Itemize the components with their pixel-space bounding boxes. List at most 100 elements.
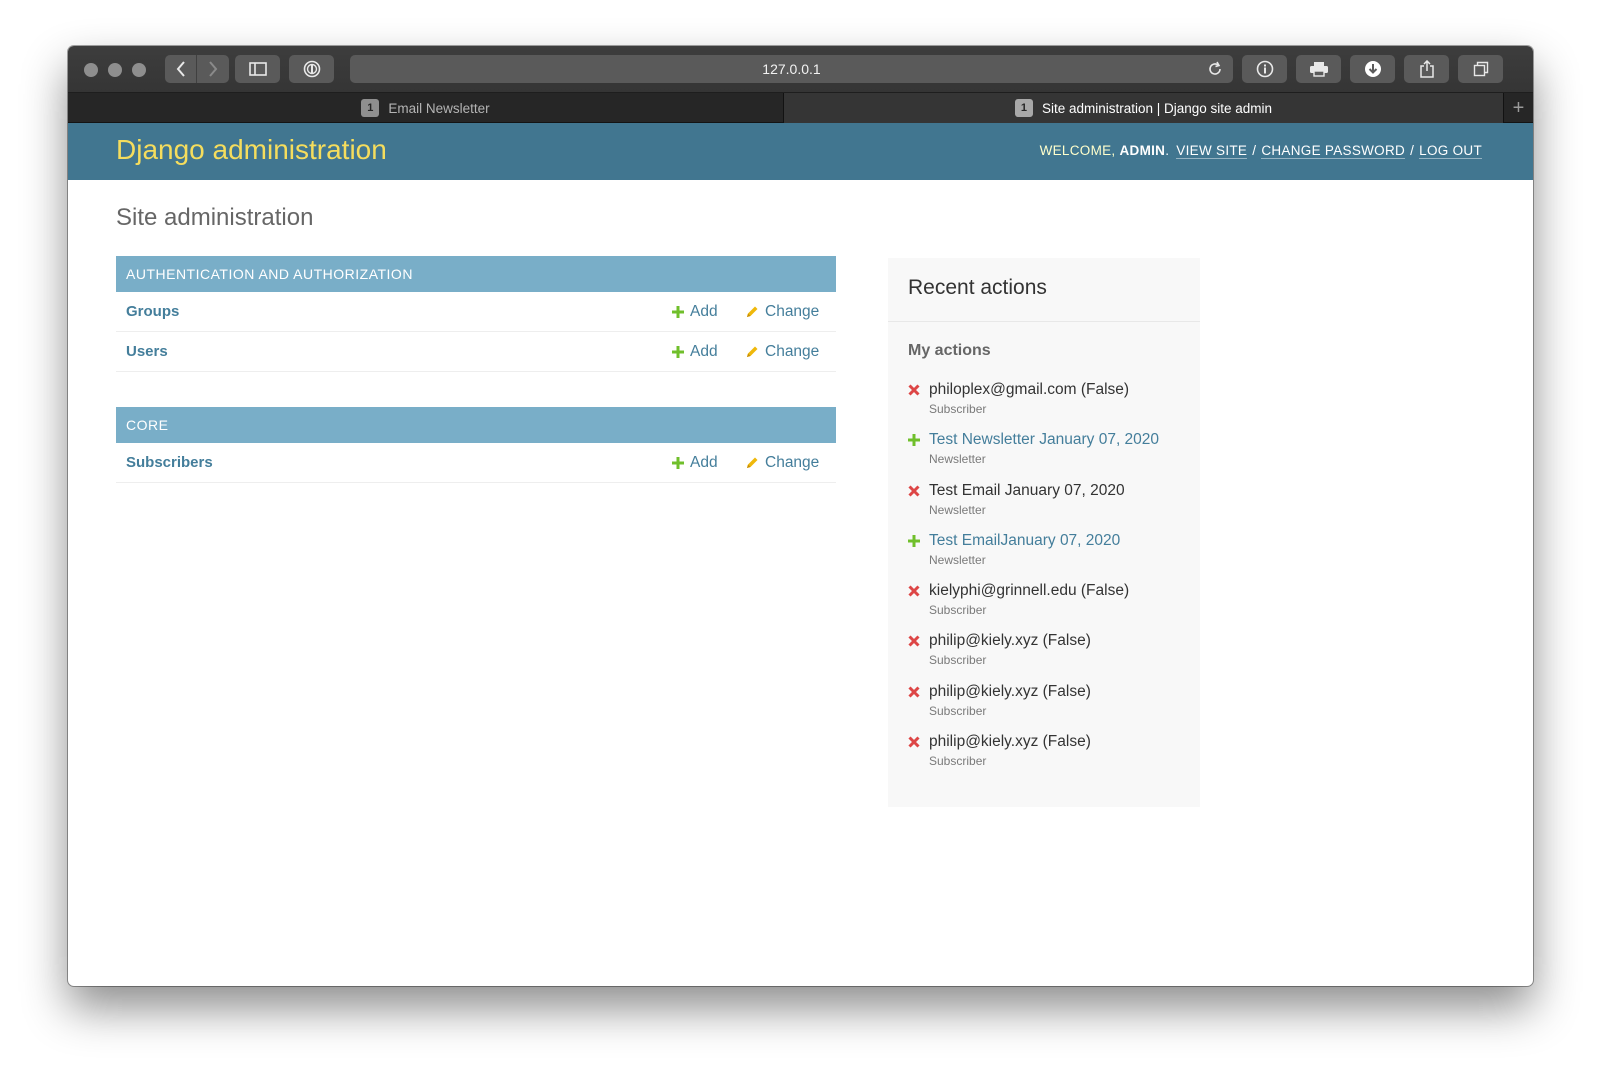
page-title: Site administration bbox=[116, 204, 314, 231]
recent-actions-panel: Recent actions My actions philoplex@gmai… bbox=[888, 258, 1200, 807]
my-actions-heading: My actions bbox=[908, 342, 991, 359]
change-password-link[interactable]: CHANGE PASSWORD bbox=[1261, 143, 1406, 159]
info-button[interactable] bbox=[1242, 55, 1287, 83]
model-link-users[interactable]: Users bbox=[126, 343, 168, 360]
recent-action-item: philip@kiely.xyz (False) Subscriber bbox=[908, 632, 1198, 682]
change-groups-link[interactable]: Change bbox=[746, 303, 819, 321]
divider bbox=[888, 321, 1200, 322]
module-auth: AUTHENTICATION AND AUTHORIZATION Groups … bbox=[116, 256, 836, 372]
forward-button[interactable] bbox=[197, 55, 229, 83]
plus-icon bbox=[672, 456, 684, 469]
x-icon bbox=[908, 686, 920, 698]
recent-action-title: philip@kiely.xyz (False) bbox=[929, 682, 1091, 700]
recent-action-item: Test Newsletter January 07, 2020 Newslet… bbox=[908, 431, 1198, 481]
recent-action-title: philip@kiely.xyz (False) bbox=[929, 632, 1091, 650]
tab-overview-button[interactable] bbox=[1458, 55, 1503, 83]
module-caption[interactable]: CORE bbox=[116, 407, 836, 443]
username: ADMIN bbox=[1119, 143, 1166, 158]
model-link-groups[interactable]: Groups bbox=[126, 303, 179, 320]
address-bar[interactable]: 127.0.0.1 bbox=[350, 55, 1233, 83]
recent-action-type: Newsletter bbox=[929, 552, 986, 567]
x-icon bbox=[908, 485, 920, 497]
view-site-link[interactable]: VIEW SITE bbox=[1176, 143, 1248, 159]
info-icon bbox=[1256, 60, 1273, 78]
tab-email-newsletter[interactable]: 1 Email Newsletter bbox=[68, 93, 783, 123]
pencil-icon bbox=[747, 306, 758, 317]
model-row-groups: Groups Add Change bbox=[116, 292, 836, 332]
chevron-right-icon bbox=[209, 61, 218, 77]
download-icon bbox=[1364, 61, 1381, 77]
x-icon bbox=[908, 736, 920, 748]
plus-icon bbox=[908, 434, 920, 447]
recent-action-type: Subscriber bbox=[929, 653, 987, 668]
chevron-left-icon bbox=[176, 61, 185, 77]
recent-action-link[interactable]: Test EmailJanuary 07, 2020 bbox=[929, 532, 1120, 550]
log-out-link[interactable]: LOG OUT bbox=[1419, 143, 1482, 159]
tab-site-administration[interactable]: 1 Site administration | Django site admi… bbox=[784, 93, 1503, 123]
plus-icon: + bbox=[1512, 96, 1525, 119]
model-link-subscribers[interactable]: Subscribers bbox=[126, 454, 213, 471]
x-icon bbox=[908, 585, 920, 597]
recent-action-link[interactable]: Test Newsletter January 07, 2020 bbox=[929, 431, 1159, 449]
module-caption[interactable]: AUTHENTICATION AND AUTHORIZATION bbox=[116, 256, 836, 292]
sidebar-icon bbox=[248, 62, 267, 76]
share-icon bbox=[1419, 60, 1434, 78]
print-button[interactable] bbox=[1296, 55, 1341, 83]
separator: / bbox=[1252, 143, 1257, 158]
recent-action-type: Newsletter bbox=[929, 452, 986, 467]
recent-action-title: Test Email January 07, 2020 bbox=[929, 481, 1125, 499]
user-tools: WELCOME, ADMIN . VIEW SITE / CHANGE PASS… bbox=[1040, 143, 1485, 159]
separator: / bbox=[1410, 143, 1415, 158]
tab-number: 1 bbox=[1014, 99, 1033, 117]
password-manager-icon bbox=[303, 60, 320, 78]
zoom-window-button[interactable] bbox=[132, 63, 146, 77]
browser-toolbar: 127.0.0.1 bbox=[68, 46, 1533, 93]
site-header: Django administration WELCOME, ADMIN . V… bbox=[68, 123, 1533, 180]
pencil-icon bbox=[747, 346, 758, 357]
minimize-window-button[interactable] bbox=[108, 63, 122, 77]
model-row-users: Users Add Change bbox=[116, 332, 836, 372]
pencil-icon bbox=[747, 457, 758, 468]
add-label: Add bbox=[690, 302, 718, 320]
plus-icon bbox=[672, 305, 684, 318]
add-users-link[interactable]: Add bbox=[672, 343, 718, 361]
recent-action-type: Subscriber bbox=[929, 603, 987, 618]
recent-action-type: Subscriber bbox=[929, 754, 987, 769]
recent-action-type: Newsletter bbox=[929, 502, 986, 517]
welcome-text: WELCOME, bbox=[1039, 143, 1116, 158]
printer-icon bbox=[1309, 62, 1328, 77]
change-users-link[interactable]: Change bbox=[746, 343, 819, 361]
password-manager-button[interactable] bbox=[289, 55, 334, 83]
add-groups-link[interactable]: Add bbox=[672, 303, 718, 321]
back-button[interactable] bbox=[165, 55, 197, 83]
change-subscribers-link[interactable]: Change bbox=[746, 454, 819, 472]
recent-action-title: philoplex@gmail.com (False) bbox=[929, 381, 1130, 398]
tab-bar: 1 Email Newsletter 1 Site administration… bbox=[68, 93, 1533, 123]
new-tab-button[interactable]: + bbox=[1503, 93, 1533, 123]
recent-action-item: kielyphi@grinnell.edu (False) Subscriber bbox=[908, 582, 1198, 632]
navigation-buttons bbox=[165, 55, 229, 83]
recent-action-type: Subscriber bbox=[929, 402, 987, 416]
recent-action-item: Test EmailJanuary 07, 2020 Newsletter bbox=[908, 532, 1198, 582]
x-icon bbox=[908, 384, 920, 396]
model-row-subscribers: Subscribers Add Change bbox=[116, 443, 836, 483]
recent-action-type: Subscriber bbox=[929, 703, 987, 718]
site-branding[interactable]: Django administration bbox=[116, 134, 387, 166]
close-window-button[interactable] bbox=[84, 63, 98, 77]
change-label: Change bbox=[765, 302, 820, 320]
reload-icon[interactable] bbox=[1207, 61, 1223, 77]
add-subscribers-link[interactable]: Add bbox=[672, 454, 718, 472]
welcome-period: . bbox=[1165, 143, 1170, 158]
add-label: Add bbox=[690, 342, 718, 360]
recent-actions-title: Recent actions bbox=[908, 276, 1047, 299]
downloads-button[interactable] bbox=[1350, 55, 1395, 83]
plus-icon bbox=[908, 534, 920, 547]
share-button[interactable] bbox=[1404, 55, 1449, 83]
recent-actions-list: philoplex@gmail.com (False) Subscriber T… bbox=[908, 381, 1198, 783]
add-label: Add bbox=[690, 453, 718, 471]
tabs-icon bbox=[1473, 61, 1488, 77]
module-core: CORE Subscribers Add Change bbox=[116, 407, 836, 483]
sidebar-toggle-button[interactable] bbox=[235, 55, 280, 83]
change-label: Change bbox=[765, 342, 820, 360]
recent-action-title: philip@kiely.xyz (False) bbox=[929, 733, 1091, 751]
